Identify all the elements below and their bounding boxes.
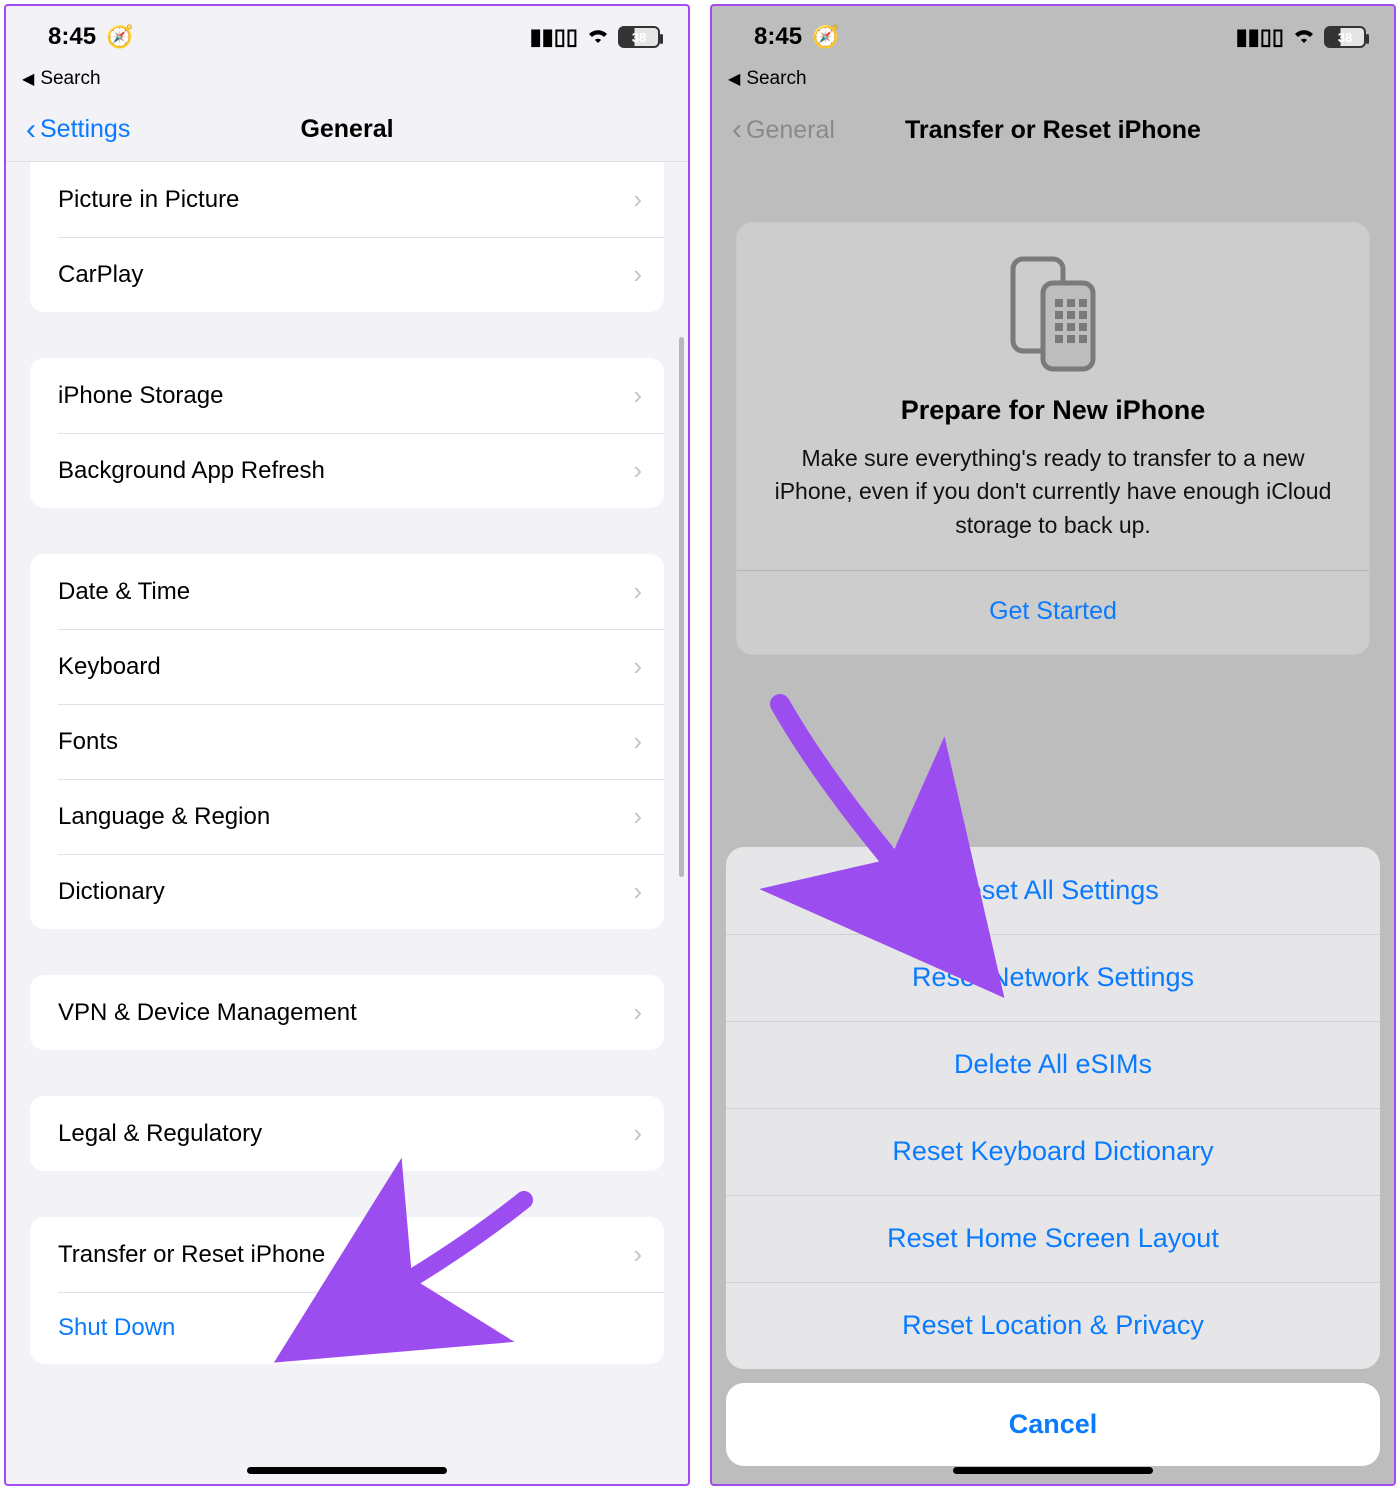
wifi-icon <box>586 24 610 50</box>
chevron-right-icon: › <box>633 576 642 607</box>
row-language-region[interactable]: Language & Region › <box>30 779 664 854</box>
chevron-right-icon: › <box>633 801 642 832</box>
row-label: Picture in Picture <box>58 186 239 214</box>
chevron-right-icon: › <box>633 876 642 907</box>
settings-content: Picture in Picture › CarPlay › iPhone St… <box>6 162 688 1440</box>
status-bar: 8:45 🧭 ▮▮▯▯ 38 <box>712 6 1394 68</box>
settings-group: Legal & Regulatory › <box>30 1096 664 1171</box>
status-time: 8:45 <box>48 23 96 51</box>
chevron-right-icon: › <box>633 259 642 290</box>
page-title: General <box>6 115 688 144</box>
row-label: Language & Region <box>58 803 270 831</box>
sheet-delete-all-esims[interactable]: Delete All eSIMs <box>726 1021 1380 1108</box>
status-bar: 8:45 🧭 ▮▮▯▯ 38 <box>6 6 688 68</box>
location-icon: 🧭 <box>106 24 133 50</box>
devices-icon <box>767 253 1339 373</box>
settings-group: Transfer or Reset iPhone › Shut Down <box>30 1217 664 1364</box>
row-fonts[interactable]: Fonts › <box>30 704 664 779</box>
sheet-reset-network-settings[interactable]: Reset Network Settings <box>726 934 1380 1021</box>
card-heading: Prepare for New iPhone <box>767 395 1339 426</box>
row-label: Background App Refresh <box>58 457 325 485</box>
page-title: Transfer or Reset iPhone <box>712 116 1394 145</box>
row-iphone-storage[interactable]: iPhone Storage › <box>30 358 664 433</box>
battery-icon: 38 <box>1324 26 1366 48</box>
cellular-icon: ▮▮▯▯ <box>530 24 578 50</box>
row-label: Fonts <box>58 728 118 756</box>
chevron-right-icon: › <box>633 380 642 411</box>
prepare-card: Prepare for New iPhone Make sure everyth… <box>736 222 1370 655</box>
settings-group: Date & Time › Keyboard › Fonts › Languag… <box>30 554 664 929</box>
row-label: Transfer or Reset iPhone <box>58 1241 325 1269</box>
chevron-right-icon: › <box>633 184 642 215</box>
screenshot-general-settings: 8:45 🧭 ▮▮▯▯ 38 ◀ Search ‹ Settings Gener… <box>4 4 690 1486</box>
cancel-button[interactable]: Cancel <box>726 1383 1380 1466</box>
chevron-right-icon: › <box>633 726 642 757</box>
crumb-label: Search <box>746 68 806 90</box>
screenshot-reset-sheet: 8:45 🧭 ▮▮▯▯ 38 ◀ Search ‹ General Transf… <box>710 4 1396 1486</box>
row-keyboard[interactable]: Keyboard › <box>30 629 664 704</box>
crumb-label: Search <box>40 68 100 90</box>
row-label: iPhone Storage <box>58 382 223 410</box>
row-label: Keyboard <box>58 653 161 681</box>
row-shut-down[interactable]: Shut Down <box>30 1292 664 1364</box>
row-background-app-refresh[interactable]: Background App Refresh › <box>30 433 664 508</box>
location-icon: 🧭 <box>812 24 839 50</box>
wifi-icon <box>1292 24 1316 50</box>
sheet-reset-keyboard-dictionary[interactable]: Reset Keyboard Dictionary <box>726 1108 1380 1195</box>
chevron-right-icon: › <box>633 1118 642 1149</box>
row-label: Shut Down <box>58 1314 175 1342</box>
row-label: Legal & Regulatory <box>58 1120 262 1148</box>
caret-left-icon: ◀ <box>728 69 740 89</box>
chevron-right-icon: › <box>633 1239 642 1270</box>
breadcrumb-back[interactable]: ◀ Search <box>712 68 1394 98</box>
get-started-button[interactable]: Get Started <box>767 571 1339 654</box>
chevron-right-icon: › <box>633 651 642 682</box>
breadcrumb-back[interactable]: ◀ Search <box>6 68 688 98</box>
row-carplay[interactable]: CarPlay › <box>30 237 664 312</box>
row-legal-regulatory[interactable]: Legal & Regulatory › <box>30 1096 664 1171</box>
status-time: 8:45 <box>754 23 802 51</box>
settings-group: VPN & Device Management › <box>30 975 664 1050</box>
nav-header: ‹ Settings General <box>6 98 688 162</box>
row-dictionary[interactable]: Dictionary › <box>30 854 664 929</box>
settings-group: iPhone Storage › Background App Refresh … <box>30 358 664 508</box>
card-body: Make sure everything's ready to transfer… <box>767 442 1339 542</box>
row-picture-in-picture[interactable]: Picture in Picture › <box>30 162 664 237</box>
reset-action-sheet: Reset All Settings Reset Network Setting… <box>726 847 1380 1369</box>
chevron-right-icon: › <box>633 997 642 1028</box>
home-indicator[interactable] <box>247 1467 447 1474</box>
row-vpn-device-management[interactable]: VPN & Device Management › <box>30 975 664 1050</box>
action-sheet-container: Reset All Settings Reset Network Setting… <box>712 847 1394 1484</box>
sheet-reset-home-screen-layout[interactable]: Reset Home Screen Layout <box>726 1195 1380 1282</box>
cellular-icon: ▮▮▯▯ <box>1236 24 1284 50</box>
row-date-time[interactable]: Date & Time › <box>30 554 664 629</box>
row-label: CarPlay <box>58 261 143 289</box>
scrollbar[interactable] <box>679 337 684 877</box>
row-label: Date & Time <box>58 578 190 606</box>
row-label: VPN & Device Management <box>58 999 357 1027</box>
caret-left-icon: ◀ <box>22 69 34 89</box>
home-indicator[interactable] <box>953 1467 1153 1474</box>
chevron-right-icon: › <box>633 455 642 486</box>
battery-icon: 38 <box>618 26 660 48</box>
nav-header: ‹ General Transfer or Reset iPhone <box>712 98 1394 162</box>
sheet-reset-location-privacy[interactable]: Reset Location & Privacy <box>726 1282 1380 1369</box>
row-transfer-or-reset[interactable]: Transfer or Reset iPhone › <box>30 1217 664 1292</box>
settings-group: Picture in Picture › CarPlay › <box>30 162 664 312</box>
sheet-reset-all-settings[interactable]: Reset All Settings <box>726 847 1380 934</box>
row-label: Dictionary <box>58 878 165 906</box>
